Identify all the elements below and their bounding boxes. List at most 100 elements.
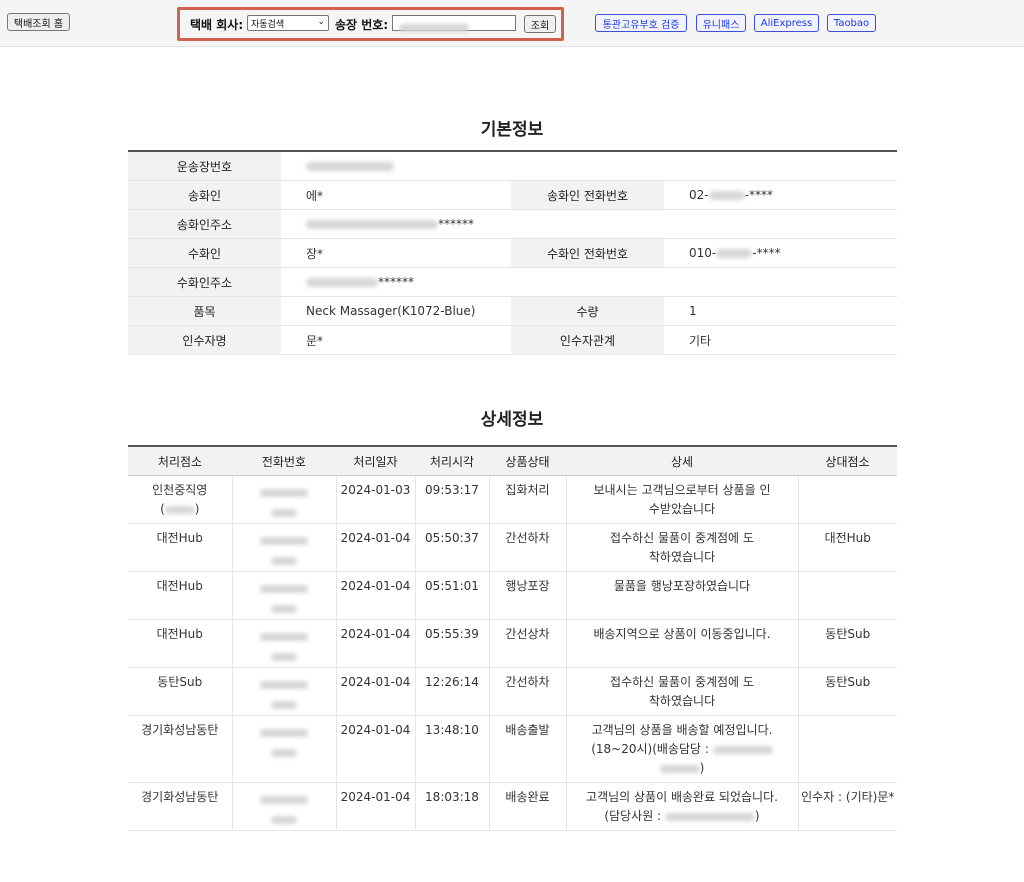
recipient-relation-label: 인수자관계 [511,325,664,355]
date-cell: 2024-01-04 [336,571,416,620]
detail-info-table: 처리점소 전화번호 처리일자 처리시각 상품상태 상세 상대점소 인천중직영 ()… [128,445,897,831]
office-cell: 경기화성남동탄 [128,715,233,783]
time-cell: 13:48:10 [415,715,490,783]
office-cell: 경기화성남동탄 [128,782,233,831]
table-row: 대전Hub 2024-01-04 05:55:39 간선상차 배송지역으로 상품… [128,619,897,668]
receiver-value: 장* [281,238,511,268]
counterpart-cell [798,571,897,620]
carrier-label: 택배 회사: [190,18,244,32]
receiver-address-label: 수화인주소 [128,267,281,297]
office-cell: 인천중직영 () [128,475,233,524]
chevron-down-icon: ⌄ [317,17,325,27]
paren-close: ) [699,761,705,775]
redacted-value [164,505,195,514]
redacted-value [306,220,438,229]
office-name: 인천중직영 [152,483,208,497]
table-row: 품목 Neck Massager(K1072-Blue) 수량 1 [128,296,897,326]
phone-suffix: -**** [752,246,781,260]
time-cell: 05:55:39 [415,619,490,668]
phone-cell [232,523,337,572]
detail-cell: 접수하신 물품이 중계점에 도착하였습니다 [566,667,799,716]
detail-info-title: 상세정보 [480,410,544,430]
status-cell: 간선하차 [489,667,567,716]
redacted-value [260,537,308,545]
recipient-name-value: 문* [281,325,511,355]
carrier-select-value: 자동검색 [251,19,285,30]
detail-cell: 보내시는 고객님으로부터 상품을 인수받았습니다 [566,475,799,524]
date-cell: 2024-01-04 [336,715,416,783]
phone-cell [232,475,337,524]
column-header: 상대점소 [798,446,897,476]
paren-close: ) [194,502,200,516]
address-suffix: ****** [438,217,474,231]
recipient-name-label: 인수자명 [128,325,281,355]
counterpart-cell: 동탄Sub [798,619,897,668]
sender-address-label: 송화인주소 [128,209,281,239]
aliexpress-link[interactable]: AliExpress [754,14,819,32]
table-row: 송화인주소 ****** [128,209,897,239]
recipient-relation-value: 기타 [664,325,897,355]
date-cell: 2024-01-03 [336,475,416,524]
table-row: 동탄Sub 2024-01-04 12:26:14 간선하차 접수하신 물품이 … [128,667,897,716]
detail-cell: 고객님의 상품이 배송완료 되었습니다. (담당사원 : ) [566,782,799,831]
column-header: 처리시각 [415,446,489,476]
sender-address-value: ****** [281,209,897,239]
table-row: 수화인주소 ****** [128,267,897,297]
redacted-value [260,681,308,689]
detail-cell: 배송지역으로 상품이 이동중입니다. [566,619,799,668]
status-cell: 배송완료 [489,782,567,831]
item-value: Neck Massager(K1072-Blue) [281,296,511,326]
phone-cell [232,619,337,668]
quantity-value: 1 [664,296,897,326]
table-header-row: 처리점소 전화번호 처리일자 처리시각 상품상태 상세 상대점소 [128,446,897,476]
phone-suffix: -**** [744,188,773,202]
redacted-value [260,796,308,804]
redacted-value [271,604,297,613]
search-button[interactable]: 조회 [524,15,556,33]
redacted-value [260,585,308,593]
receiver-phone-label: 수화인 전화번호 [511,238,664,268]
unipass-link[interactable]: 유니패스 [696,14,746,32]
phone-cell [232,571,337,620]
time-cell: 05:50:37 [415,523,490,572]
status-cell: 집화처리 [489,475,567,524]
tracking-home-button[interactable]: 택배조회 홈 [7,13,70,31]
top-toolbar: 택배조회 홈 택배 회사: 자동검색 ⌄ 송장 번호: 조회 통관고유부호 검증… [0,0,1024,47]
office-cell: 대전Hub [128,523,233,572]
receiver-address-value: ****** [281,267,897,297]
status-cell: 간선상차 [489,619,567,668]
table-row: 경기화성남동탄 2024-01-04 18:03:18 배송완료 고객님의 상품… [128,782,897,831]
customs-code-verify-link[interactable]: 통관고유부호 검증 [595,14,687,32]
date-cell: 2024-01-04 [336,523,416,572]
detail-cell: 접수하신 물품이 중계점에 도착하였습니다 [566,523,799,572]
counterpart-cell: 인수자 : (기타)문* [798,782,897,831]
taobao-link[interactable]: Taobao [827,14,876,32]
table-row: 운송장번호 [128,151,897,181]
redacted-value [306,162,394,171]
table-row: 경기화성남동탄 2024-01-04 13:48:10 배송출발 고객님의 상품… [128,715,897,783]
basic-info-table: 운송장번호 송화인 에* 송화인 전화번호 02- -**** 송화인주소 ***… [128,150,897,355]
column-header: 상세 [566,446,798,476]
redacted-value [271,508,297,517]
time-cell: 18:03:18 [415,782,490,831]
redacted-value [271,748,297,757]
phone-prefix: 010- [689,246,717,260]
redacted-value [712,745,773,754]
table-row: 송화인 에* 송화인 전화번호 02- -**** [128,180,897,210]
redacted-value [664,812,755,821]
tracking-number-input[interactable] [392,15,516,32]
redacted-value [716,249,753,258]
column-header: 처리일자 [336,446,415,476]
redacted-value [271,815,297,824]
redacted-value [659,764,700,773]
phone-cell [232,782,337,831]
detail-cell: 물품을 행낭포장하였습니다 [566,571,799,620]
paren-close: ) [754,809,760,823]
redacted-value [260,489,308,497]
redacted-value [399,24,469,32]
receiver-label: 수화인 [128,238,281,268]
status-cell: 간선하차 [489,523,567,572]
carrier-select[interactable]: 자동검색 ⌄ [247,15,329,31]
table-row: 대전Hub 2024-01-04 05:51:01 행낭포장 물품을 행낭포장하… [128,571,897,620]
column-header: 전화번호 [232,446,336,476]
